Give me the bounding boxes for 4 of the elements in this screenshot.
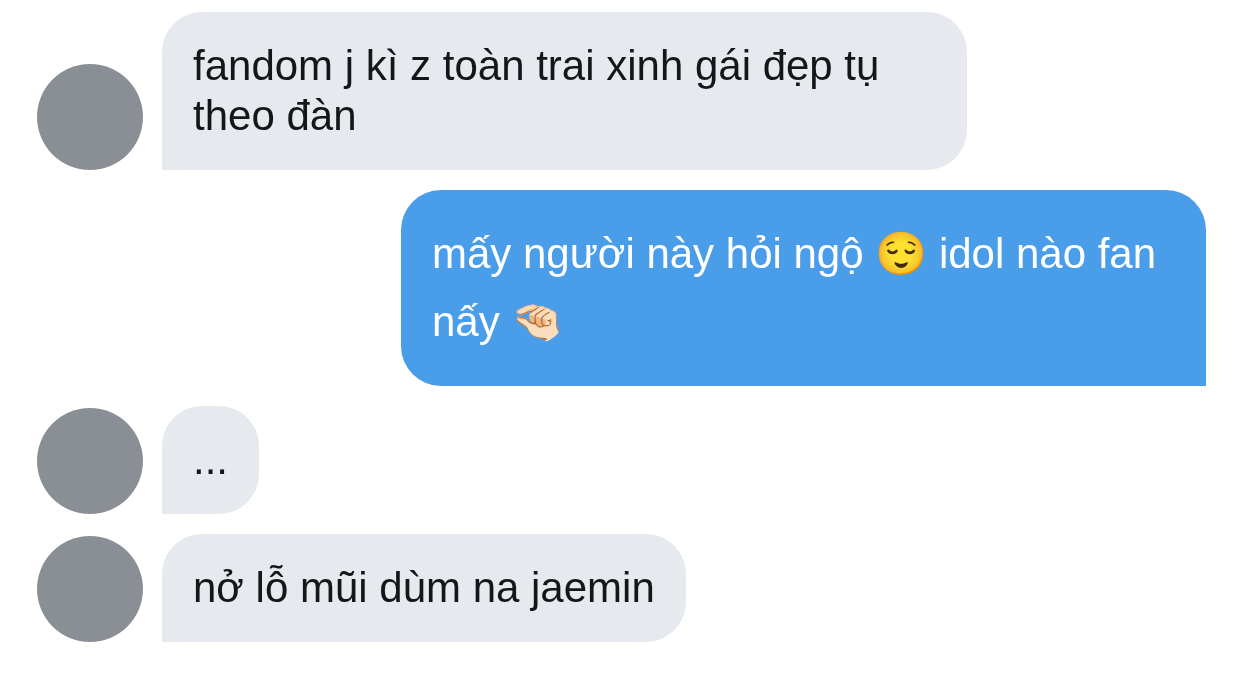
message-bubble: ... <box>162 406 259 514</box>
message-bubble: fandom j kì z toàn trai xinh gái đẹp tụ theo đàn <box>162 12 967 170</box>
message-bubble: mấy người này hỏi ngộ 😌 idol nào fan nấy 🤏🏻 <box>401 190 1206 386</box>
message-bubble: nở lỗ mũi dùm na jaemin <box>162 534 686 642</box>
